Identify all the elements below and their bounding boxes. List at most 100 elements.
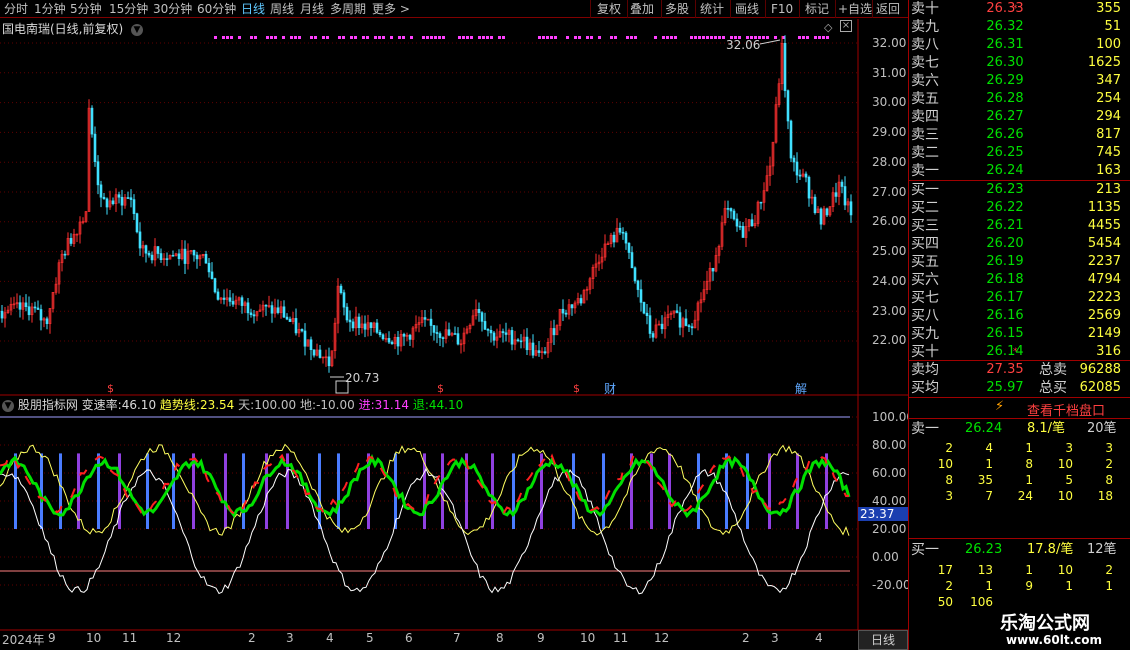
signal-dot [826, 36, 829, 39]
sell-level-row[interactable]: 卖九 26.32 51 [909, 18, 1130, 36]
signal-dot [490, 36, 493, 39]
candle-body [357, 316, 361, 328]
sell-level-row[interactable]: 卖十 26.33 * 355 [909, 0, 1130, 18]
buy-level-row[interactable]: 买二 26.22 1135 [909, 199, 1130, 217]
candle-body [318, 349, 322, 358]
candle-body [678, 312, 682, 328]
signal-dot [378, 36, 381, 39]
sell-level-row[interactable]: 卖六 26.29 347 [909, 72, 1130, 90]
level-name: 买四 [911, 236, 939, 252]
queue-row: 2 4 1 3 3 [909, 440, 1130, 456]
candle-body [363, 323, 367, 330]
period-button[interactable]: 日线 [858, 630, 908, 650]
sell-level-row[interactable]: 卖一 26.24 163 [909, 162, 1130, 180]
signal-dot [762, 36, 765, 39]
candle-body [192, 250, 196, 256]
signal-dot [502, 36, 505, 39]
trend-label: 趋势线: [159, 398, 200, 412]
indicator-bar [192, 453, 195, 529]
candle-body [150, 254, 154, 261]
date-tick: 4 [326, 631, 334, 645]
candle-body [93, 133, 97, 163]
buy-level-row[interactable]: 买一 26.23 213 [909, 181, 1130, 199]
buy1-summary: 买一 26.23 17.8/笔 12笔 [909, 541, 1130, 559]
buy-level-row[interactable]: 买五 26.19 2237 [909, 253, 1130, 271]
candle-body [834, 192, 838, 197]
candle-body [624, 232, 628, 244]
buy-level-row[interactable]: 买四 26.20 5454 [909, 235, 1130, 253]
signal-dot [366, 36, 369, 39]
candle-body [99, 184, 103, 198]
buy-level-row[interactable]: 买三 26.21 4455 [909, 217, 1130, 235]
queue-cell: 3 [945, 489, 953, 503]
sell-level-row[interactable]: 卖八 26.31 100 [909, 36, 1130, 54]
queue-cell: 2 [945, 441, 953, 455]
signal-dot [410, 36, 413, 39]
candle-body [204, 253, 208, 264]
buy-level-row[interactable]: 买八 26.16 2569 [909, 307, 1130, 325]
diamond-icon[interactable]: ◇ [824, 21, 832, 34]
buy-level-row[interactable]: 买六 26.18 4794 [909, 271, 1130, 289]
signal-dot [718, 36, 721, 39]
kline-chart[interactable]: 32.06 20.73 $ $ $ 财 解 23.37 [0, 0, 908, 650]
close-icon[interactable]: × [840, 20, 852, 32]
queue-cell: 2 [1105, 457, 1113, 471]
signal-dot [402, 36, 405, 39]
price-tick: 27.00 [872, 185, 907, 199]
candle-body [228, 297, 232, 302]
candle-body [165, 258, 169, 260]
sell-level-row[interactable]: 卖三 26.26 817 [909, 126, 1130, 144]
buy-level-row[interactable]: 买九 26.15 2149 [909, 325, 1130, 343]
event-marker-dollar-1[interactable]: $ [107, 382, 114, 395]
indicator-tick: 0.00 [872, 550, 899, 564]
candle-body [627, 242, 631, 253]
candle-body [501, 331, 505, 334]
signal-dot [818, 36, 821, 39]
indicator-bar [242, 453, 245, 529]
sell-level-row[interactable]: 卖二 26.25 745 [909, 144, 1130, 162]
level-name: 买七 [911, 290, 939, 306]
chevron-down-icon[interactable]: ▼ [131, 23, 144, 36]
signal-dot [222, 36, 225, 39]
sell-level-row[interactable]: 卖四 26.27 294 [909, 108, 1130, 126]
queue-cell: 24 [1017, 489, 1033, 503]
candle-body [402, 333, 406, 337]
order-book-panel: 卖十 26.33 * 355 卖九 26.32 51 卖八 26.31 100 卖七 26.30 162… [908, 0, 1130, 650]
sell-level-row[interactable]: 卖五 26.28 254 [909, 90, 1130, 108]
candle-body [216, 291, 220, 300]
queue-cell: 7 [985, 489, 993, 503]
candle-body [792, 157, 796, 163]
level-volume: 817 [1096, 127, 1121, 142]
view-depth-button[interactable]: 查看千档盘口 [1027, 400, 1105, 419]
level-name: 卖三 [911, 127, 939, 143]
queue-row: 8 35 1 5 8 [909, 472, 1130, 488]
price-grid [0, 42, 858, 342]
candle-body [390, 341, 394, 345]
level-price: 26.18 [986, 272, 1024, 287]
candle-body [246, 302, 250, 314]
level-name: 卖九 [911, 19, 939, 35]
candle-body [264, 304, 268, 307]
candle-body [207, 262, 211, 273]
sell1-price: 26.24 [965, 421, 1003, 436]
indicator-chevron-icon[interactable]: ▼ [2, 399, 14, 412]
level-name: 卖六 [911, 73, 939, 89]
event-marker-cai[interactable]: 财 [604, 382, 616, 396]
avg-row-buy: 买均 25.97 总买 62085 [909, 379, 1130, 397]
event-marker-dollar-3[interactable]: $ [573, 382, 580, 395]
candle-body [300, 329, 304, 332]
sell-level-row[interactable]: 卖七 26.30 1625 [909, 54, 1130, 72]
candle-body [63, 253, 67, 256]
event-marker-dollar-2[interactable]: $ [437, 382, 444, 395]
signal-dot [390, 36, 393, 39]
view-depth-row[interactable]: ⚡ 查看千档盘口 [909, 398, 1130, 419]
buy-level-row[interactable]: 买七 26.17 2223 [909, 289, 1130, 307]
candle-body [489, 329, 493, 334]
di-label: 地: [300, 398, 317, 412]
queue-cell: 1 [985, 457, 993, 471]
candle-body [144, 245, 148, 254]
signal-dot [598, 36, 601, 39]
signal-dot [298, 36, 301, 39]
event-marker-jie[interactable]: 解 [795, 382, 807, 396]
buy-level-row[interactable]: 买十 26.14 * 316 [909, 343, 1130, 361]
